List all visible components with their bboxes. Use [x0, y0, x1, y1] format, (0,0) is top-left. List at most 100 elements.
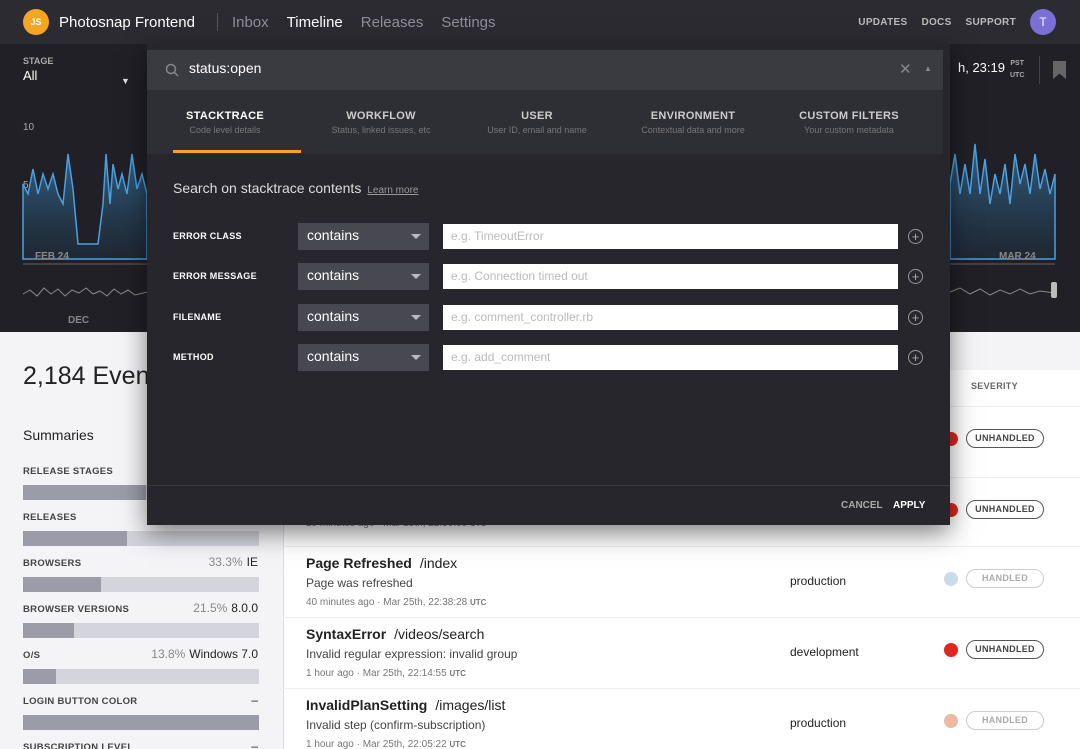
summary-label: RELEASES [23, 512, 77, 523]
event-message: Page was refreshed [306, 576, 413, 590]
summary-label: SUBSCRIPTION LEVEL [23, 742, 134, 749]
summary-bar[interactable] [23, 669, 259, 684]
summary-label: BROWSERS [23, 558, 82, 569]
summary-percent: 21.5% [193, 601, 228, 615]
summary-bar[interactable] [23, 531, 259, 546]
separator: · [353, 739, 363, 749]
filter-label: FILENAME [173, 312, 222, 322]
nav-settings[interactable]: Settings [441, 14, 495, 31]
severity-dot [944, 714, 958, 728]
summary-value: Windows 7.0 [189, 647, 258, 661]
summary-bar[interactable] [23, 577, 259, 592]
error-context: /videos/search [394, 626, 485, 642]
summary-top-value: 21.5% 8.0.0 [193, 601, 258, 615]
relative-time: 1 hour ago [306, 739, 354, 749]
add-filter-icon[interactable]: + [908, 269, 923, 284]
utc-label: UTC [470, 598, 487, 607]
chevron-down-icon [411, 234, 421, 239]
summary-top-value: 33.3% IE [209, 555, 258, 569]
filter-input[interactable]: e.g. TimeoutError [443, 224, 898, 249]
add-filter-icon[interactable]: + [908, 229, 923, 244]
summary-top-value: 13.8% Windows 7.0 [151, 647, 258, 661]
summary-label: O/S [23, 650, 41, 661]
app-logo[interactable]: JS [23, 9, 49, 35]
unhandled-badge[interactable]: UNHANDLED [966, 640, 1044, 659]
tab-title: USER [521, 110, 553, 122]
operator-select[interactable]: contains [298, 304, 429, 331]
summary-percent: 33.3% [208, 555, 243, 569]
search-bar[interactable]: status:open ✕ ▲ [147, 50, 943, 90]
operator-select[interactable]: contains [298, 223, 429, 250]
tab-stacktrace[interactable]: STACKTRACE Code level details [147, 90, 303, 154]
filter-input[interactable]: e.g. comment_controller.rb [443, 305, 898, 330]
tab-workflow[interactable]: WORKFLOW Status, linked issues, etc [303, 90, 459, 154]
date-label-right: MAR 24 [999, 251, 1036, 262]
handled-badge[interactable]: HANDLED [966, 711, 1044, 730]
search-input[interactable]: status:open [189, 60, 261, 76]
operator-select[interactable]: contains [298, 344, 429, 371]
apply-button[interactable]: APPLY [893, 500, 925, 511]
event-title[interactable]: InvalidPlanSetting/images/list [306, 697, 505, 713]
filter-input[interactable]: e.g. add_comment [443, 345, 898, 370]
mini-chart-right [949, 287, 1056, 296]
summary-label: RELEASE STAGES [23, 466, 114, 477]
event-title[interactable]: Page Refreshed/index [306, 555, 457, 571]
chevron-up-icon[interactable]: ▲ [924, 64, 932, 73]
event-title[interactable]: SyntaxError/videos/search [306, 626, 484, 642]
nav-inbox[interactable]: Inbox [232, 14, 269, 31]
handled-badge[interactable]: HANDLED [966, 569, 1044, 588]
filter-input[interactable]: e.g. Connection timed out [443, 264, 898, 289]
chevron-down-icon [411, 315, 421, 320]
close-icon[interactable]: ✕ [899, 60, 912, 78]
summary-percent: 13.8% [151, 647, 186, 661]
nav-docs[interactable]: DOCS [921, 17, 951, 28]
nav-updates[interactable]: UPDATES [858, 17, 907, 28]
chart-area-left [22, 153, 148, 260]
summary-bar-fill [23, 623, 74, 638]
summary-value: IE [246, 555, 258, 569]
absolute-time: Mar 25th, 22:05:22 [362, 739, 447, 749]
add-filter-icon[interactable]: + [908, 310, 923, 325]
tab-subtitle: Status, linked issues, etc [331, 125, 431, 135]
error-class: Page Refreshed [306, 555, 412, 571]
add-filter-icon[interactable]: + [908, 350, 923, 365]
nav-releases[interactable]: Releases [361, 14, 424, 31]
learn-more-link[interactable]: Learn more [367, 185, 418, 196]
event-timestamp: 40 minutes ago · Mar 25th, 22:38:28 UTC [306, 597, 486, 608]
filter-tabs: STACKTRACE Code level details WORKFLOW Sta… [147, 90, 943, 154]
tab-subtitle: Code level details [189, 125, 261, 135]
summary-bar-fill [23, 715, 259, 730]
tab-title: ENVIRONMENT [650, 110, 736, 122]
event-row[interactable]: SyntaxError/videos/search Invalid regular… [283, 617, 1080, 688]
unhandled-badge[interactable]: UNHANDLED [966, 500, 1044, 519]
tab-environment[interactable]: ENVIRONMENT Contextual data and more [615, 90, 771, 154]
summary-bar[interactable] [23, 715, 259, 730]
nav-timeline[interactable]: Timeline [287, 14, 343, 31]
summaries-title: Summaries [23, 427, 94, 443]
absolute-time: Mar 25th, 22:38:28 [383, 597, 468, 608]
summary-bar[interactable] [23, 623, 259, 638]
summary-label: LOGIN BUTTON COLOR [23, 696, 138, 707]
absolute-time: Mar 25th, 22:14:55 [362, 668, 447, 679]
summary-value: – [251, 693, 258, 707]
operator-select[interactable]: contains [298, 263, 429, 290]
event-row[interactable]: InvalidPlanSetting/images/list Invalid st… [283, 688, 1080, 749]
cancel-button[interactable]: CANCEL [841, 500, 883, 511]
summary-bar-fill [23, 531, 127, 546]
event-message: Invalid step (confirm-subscription) [306, 718, 486, 732]
severity-header[interactable]: SEVERITY [971, 381, 1018, 391]
tab-user[interactable]: USER User ID, email and name [459, 90, 615, 154]
tab-title: CUSTOM FILTERS [799, 110, 899, 122]
panel-heading: Search on stacktrace contents Learn more [173, 180, 418, 196]
user-avatar[interactable]: T [1030, 9, 1056, 35]
tab-custom-filters[interactable]: CUSTOM FILTERS Your custom metadata [771, 90, 927, 154]
nav-support[interactable]: SUPPORT [966, 17, 1016, 28]
utc-label: UTC [449, 740, 466, 749]
summary-value: 8.0.0 [231, 601, 258, 615]
summary-bar-fill [23, 485, 146, 500]
event-row[interactable]: Page Refreshed/index Page was refreshed 40… [283, 546, 1080, 617]
chevron-down-icon [411, 274, 421, 279]
operator-value: contains [307, 308, 360, 324]
project-name[interactable]: Photosnap Frontend [59, 14, 195, 31]
unhandled-badge[interactable]: UNHANDLED [966, 429, 1044, 448]
